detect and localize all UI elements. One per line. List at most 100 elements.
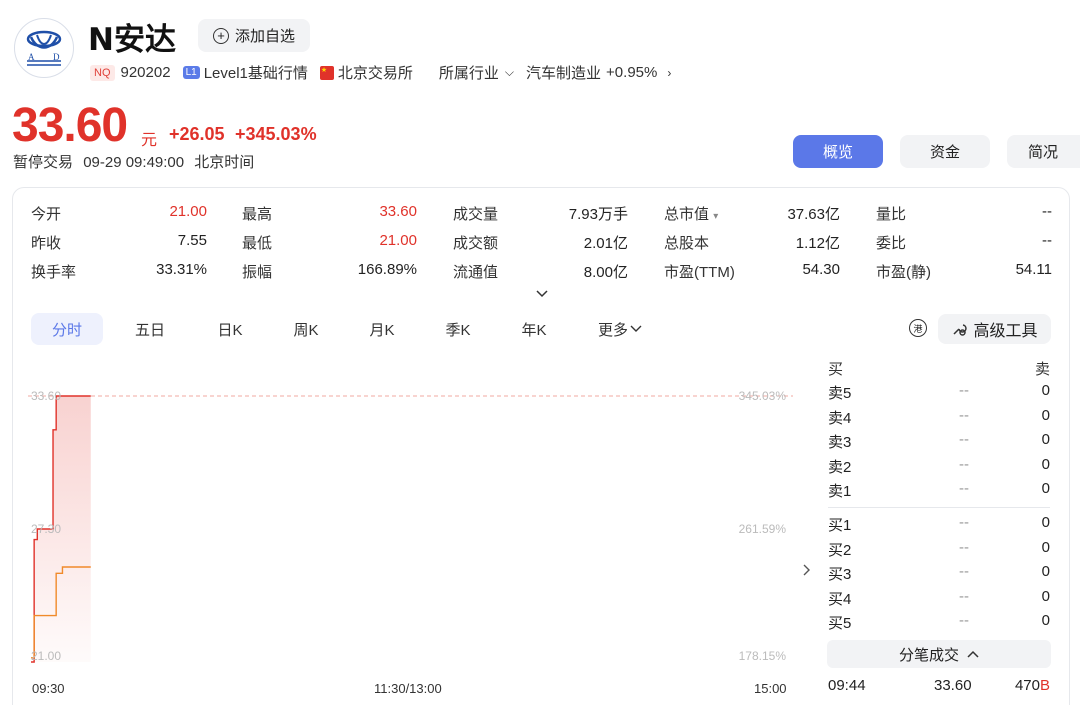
stat-label: 最低	[242, 235, 273, 252]
bid-price: --	[959, 514, 969, 531]
stat-value: 2.01亿	[583, 235, 628, 252]
stats-row: 昨收 7.55 最低 21.00 成交额 2.01亿 总股本 1.12亿 委比 …	[31, 232, 1053, 254]
stat-value: 37.63亿	[787, 206, 840, 223]
bid-label: 买5	[828, 615, 852, 633]
period-tab-weekly[interactable]: 周K	[276, 313, 336, 345]
stat-value: 166.89%	[357, 261, 417, 278]
period-tab-yearly[interactable]: 年K	[504, 313, 564, 345]
period-tab-intraday[interactable]: 分时	[31, 313, 103, 345]
level-tag: L1	[182, 66, 200, 79]
ask-row: 卖2 -- 0	[828, 456, 1050, 478]
ask-label: 卖5	[828, 385, 852, 402]
add-watchlist-label: 添加自选	[234, 28, 295, 45]
china-flag-icon	[319, 65, 334, 80]
bid-label: 买2	[828, 541, 852, 559]
ask-price: --	[959, 382, 969, 399]
svg-text:A: A	[28, 52, 35, 62]
expand-stats-chevron-icon[interactable]	[535, 287, 549, 302]
x-tick-label: 15:00	[754, 681, 787, 696]
y-tick-label-right: 345.03%	[739, 389, 787, 403]
chevron-right-icon: ›	[667, 65, 672, 80]
intraday-chart[interactable]: 33.60 345.03% 27.30 261.59% 21.00 178.15%	[28, 352, 793, 677]
stat-label: 成交额	[453, 235, 499, 252]
tab-brief[interactable]: 简况	[1007, 135, 1080, 168]
trade-volume: 470	[1014, 677, 1040, 694]
price-change-percent: +345.03%	[235, 124, 317, 144]
stat-label: 市盈(TTM)	[664, 264, 735, 281]
chevron-up-icon	[967, 650, 979, 658]
quote-time: 09-29 09:49:00	[83, 154, 185, 171]
stat-value: 7.93万手	[568, 206, 628, 223]
orderbook-sell-header: 卖	[1034, 361, 1050, 378]
bid-volume: 0	[1041, 612, 1050, 630]
ask-volume: 0	[1041, 455, 1050, 473]
stat-value: 7.55	[177, 232, 207, 249]
bid-label: 买3	[828, 566, 852, 584]
tools-icon	[953, 324, 968, 336]
stat-label: 委比	[876, 235, 907, 252]
ask-row: 卖4 -- 0	[828, 407, 1050, 429]
stat-label-market-cap[interactable]: 总市值 ▾	[664, 203, 718, 224]
y-tick-label-right: 178.15%	[739, 649, 787, 663]
chevron-down-icon	[630, 325, 642, 332]
ask-volume: 0	[1041, 480, 1050, 498]
period-tab-monthly[interactable]: 月K	[352, 313, 412, 345]
collapse-orderbook-chevron-icon[interactable]	[803, 563, 811, 579]
industry-name: 汽车制造业	[526, 65, 602, 82]
stat-label: 昨收	[31, 235, 62, 252]
period-tab-5day[interactable]: 五日	[120, 313, 180, 345]
bid-price: --	[959, 612, 969, 630]
period-tab-more[interactable]: 更多	[590, 313, 650, 345]
y-tick-label-right: 261.59%	[739, 522, 787, 536]
trade-side: B	[1039, 677, 1050, 694]
tick-trades-label: 分笔成交	[898, 646, 959, 664]
y-tick-label-left: 21.00	[31, 649, 61, 663]
stat-value: 33.60	[379, 203, 417, 220]
industry-change: +0.95%	[606, 64, 658, 81]
hk-connect-icon[interactable]: 港	[909, 319, 927, 337]
stat-label: 总股本	[664, 235, 710, 252]
ask-label: 卖1	[828, 483, 852, 501]
exchange-info: 北京交易所	[319, 62, 413, 83]
bid-price: --	[959, 587, 969, 605]
tab-overview[interactable]: 概览	[793, 135, 883, 168]
tab-funds[interactable]: 资金	[900, 135, 990, 168]
y-tick-label-left: 33.60	[31, 389, 61, 403]
bid-row: 买3 -- 0	[828, 563, 1050, 585]
tick-trades-toggle[interactable]: 分笔成交	[827, 640, 1051, 668]
stat-value: 21.00	[169, 203, 207, 220]
more-label: 更多	[597, 321, 628, 339]
exchange-label: 北京交易所	[337, 65, 413, 82]
stock-name: N安达	[88, 22, 176, 58]
trade-status-line: 暂停交易 09-29 09:49:00 北京时间	[13, 151, 260, 172]
period-tab-daily[interactable]: 日K	[200, 313, 260, 345]
stat-value: 33.31%	[156, 261, 207, 278]
advanced-tools-button[interactable]: 高级工具	[938, 314, 1051, 344]
bid-volume: 0	[1041, 514, 1050, 531]
ask-row: 卖1 -- 0	[828, 480, 1050, 502]
stat-value: 8.00亿	[583, 264, 628, 281]
stock-meta-row: NQ 920202 L1 Level1基础行情 北京交易所 所属行业 ⌵ 汽车制…	[90, 62, 683, 83]
ask-row: 卖5 -- 0	[828, 382, 1050, 404]
stat-label: 市盈(静)	[876, 264, 931, 281]
trade-price: 33.60	[934, 677, 972, 694]
ask-price: --	[959, 480, 969, 498]
orderbook-buy-header: 买	[828, 361, 844, 378]
bid-row: 买2 -- 0	[828, 539, 1050, 561]
x-tick-label: 09:30	[32, 681, 65, 696]
timezone-label: 北京时间	[194, 154, 255, 171]
market-tag: NQ	[90, 64, 115, 81]
bid-price: --	[959, 538, 969, 556]
industry-link[interactable]: 汽车制造业 +0.95% ›	[526, 62, 671, 83]
level-info[interactable]: L1 Level1基础行情	[182, 62, 308, 83]
ask-price: --	[959, 455, 969, 473]
y-tick-label-left: 27.30	[31, 522, 61, 536]
period-tab-quarterly[interactable]: 季K	[428, 313, 488, 345]
ask-volume: 0	[1041, 431, 1050, 449]
add-watchlist-button[interactable]: + 添加自选	[198, 19, 310, 52]
stats-row: 今开 21.00 最高 33.60 成交量 7.93万手 总市值 ▾ 37.63…	[31, 203, 1053, 225]
ask-label: 卖2	[828, 458, 852, 476]
stat-value: 54.30	[802, 261, 840, 278]
stat-label: 成交量	[453, 206, 499, 223]
industry-dropdown[interactable]: 所属行业 ⌵	[439, 62, 514, 83]
